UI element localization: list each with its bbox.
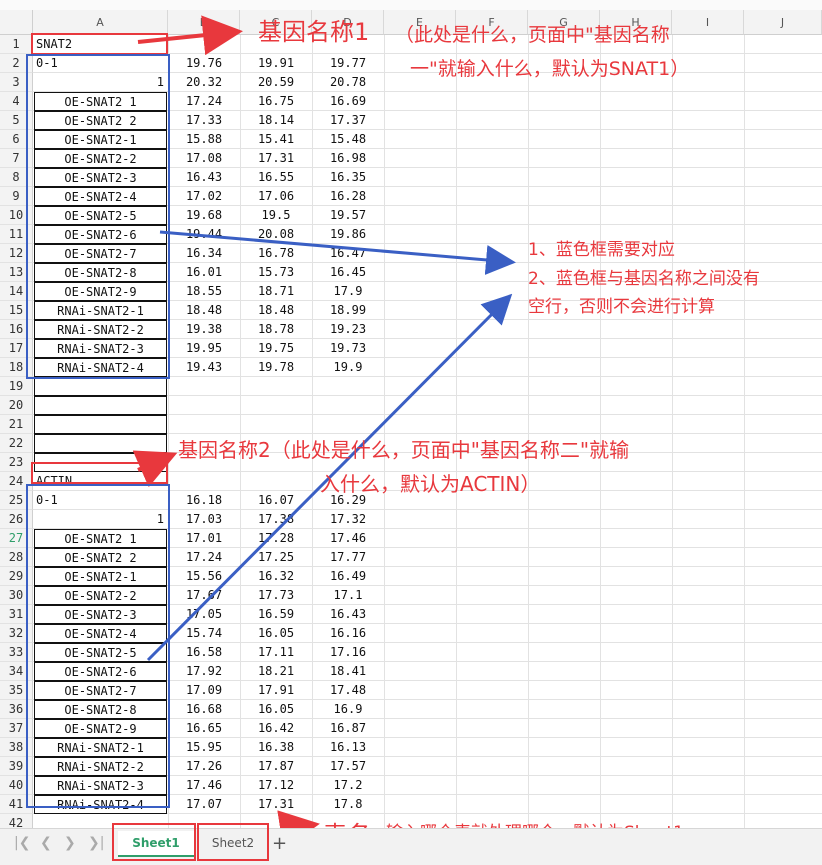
- arrow-blue-box-1: [159, 230, 516, 275]
- samples-block-1-highlight: [26, 54, 170, 379]
- prev-sheet-icon[interactable]: ❮: [40, 835, 52, 851]
- last-sheet-icon[interactable]: ❯|: [88, 835, 104, 851]
- sheet2-highlight: [197, 823, 269, 861]
- gene-name-1-desc-line2: 一"就输入什么，默认为SNAT1）: [410, 58, 690, 80]
- samples-block-2-highlight: [26, 484, 170, 808]
- gene-name-2-desc-line1: 基因名称2（此处是什么，页面中"基因名称二"就输: [178, 438, 630, 462]
- first-sheet-icon[interactable]: |❮: [14, 835, 30, 851]
- gene-name-1-highlight: [31, 33, 168, 55]
- add-sheet-button[interactable]: +: [272, 833, 287, 854]
- blue-box-note-2: 2、蓝色框与基因名称之间没有: [528, 269, 760, 289]
- gene-name-1-desc-line1: （此处是什么，页面中"基因名称: [395, 24, 670, 46]
- blue-box-note-1: 1、蓝色框需要对应: [528, 240, 675, 260]
- next-sheet-icon[interactable]: ❯: [64, 835, 76, 851]
- sheet-tab-bar: |❮ ❮ ❯ ❯| Sheet1 Sheet2 +: [0, 823, 822, 865]
- blue-box-note-3: 空行，否则不会进行计算: [528, 297, 715, 317]
- gene-name-2-highlight: [31, 462, 168, 484]
- sheet1-highlight: [112, 823, 196, 861]
- gene-name-1-label: 基因名称1: [258, 18, 370, 46]
- gene-name-2-desc-line2: 入什么，默认为ACTIN）: [320, 472, 541, 496]
